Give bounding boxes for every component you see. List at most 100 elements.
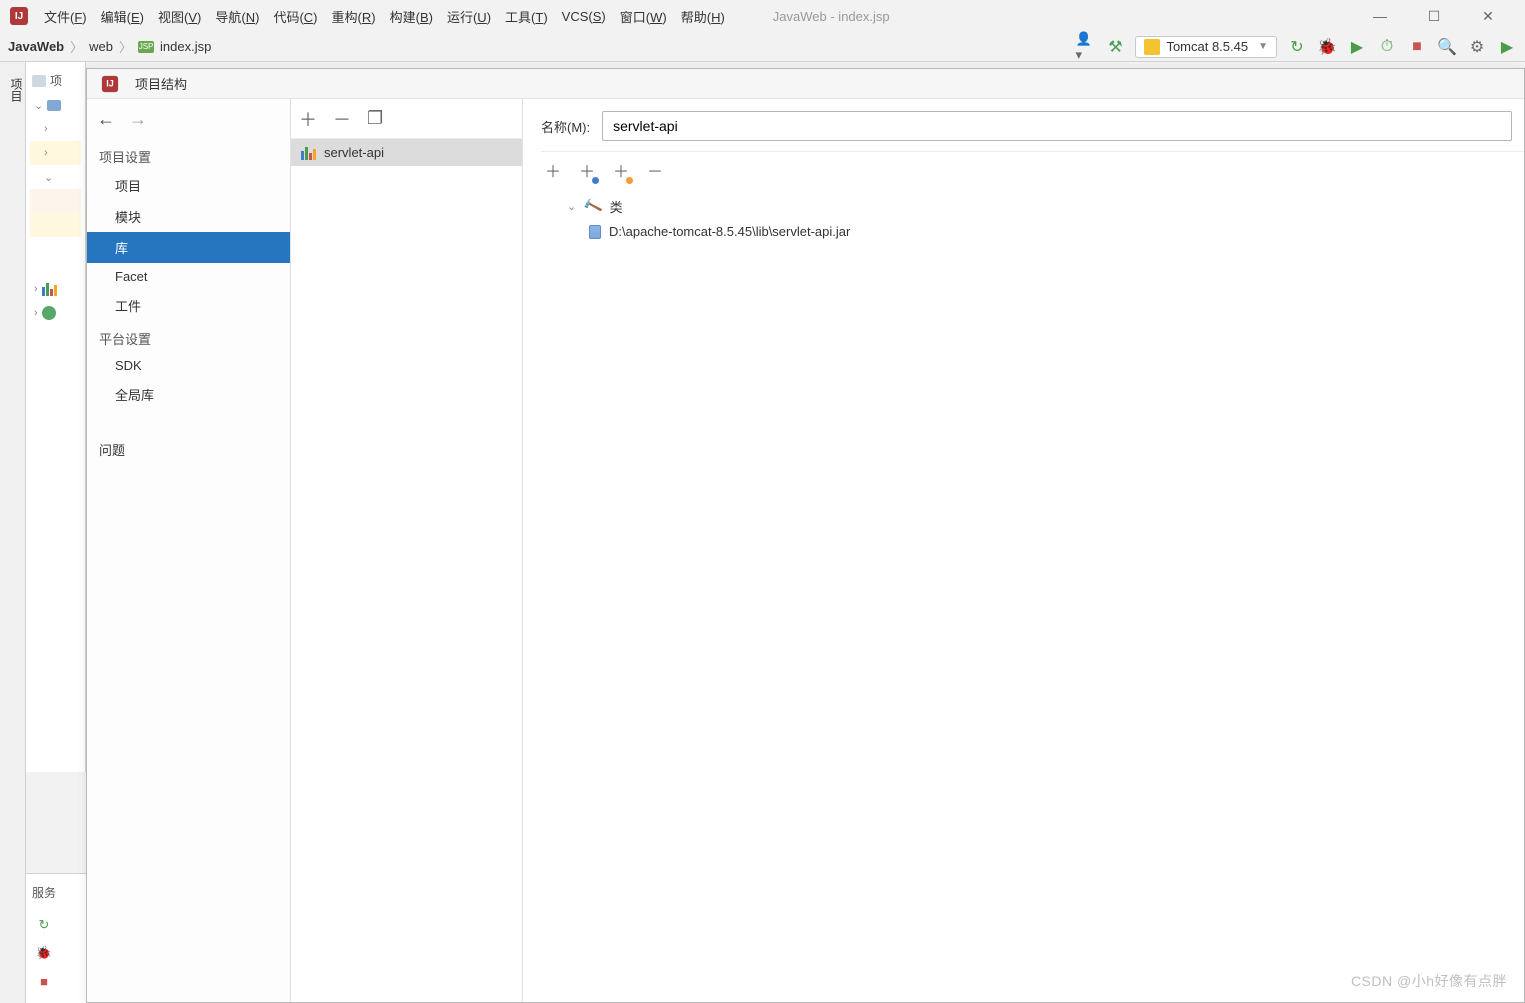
tree-row[interactable] [30,189,81,213]
run-anything-icon[interactable]: ▶ [1497,37,1517,57]
left-rail: 项目 [0,62,26,1003]
menu-file[interactable]: 文件(F) [38,3,93,30]
coverage-run-icon[interactable]: ▶ [1347,37,1367,57]
tree-row[interactable]: › [30,277,81,301]
chevron-down-icon: ▼ [1258,41,1268,52]
menu-edit[interactable]: 编辑(E) [95,3,150,30]
user-icon[interactable]: 👤▾ [1075,37,1095,57]
tree-row[interactable]: › [30,117,81,141]
library-list-item[interactable]: servlet-api [291,139,522,166]
chevron-right-icon: › [34,283,38,295]
chevron-down-icon: ⌄ [567,200,576,213]
cat-artifacts[interactable]: 工件 [87,290,290,321]
debug-bug-icon[interactable]: 🐞 [32,941,56,965]
dialog-title-bar: IJ 项目结构 [87,69,1524,99]
name-field-row: 名称(M): [541,111,1524,141]
library-roots-toolbar: ＋ ＋ ＋ － [541,151,1524,187]
classes-hammer-icon: 🔨 [582,196,604,218]
folder-icon [47,100,61,111]
name-label: 名称(M): [541,117,590,136]
breadcrumb-file[interactable]: index.jsp [160,39,211,54]
cat-global-libs[interactable]: 全局库 [87,379,290,410]
breadcrumb-sep-icon: 〉 [119,37,132,56]
app-icon: IJ [10,7,28,25]
library-detail-panel: 名称(M): ＋ ＋ ＋ － ⌄ 🔨 类 D:\apache-tomcat-8.… [523,99,1524,1002]
copy-library-button[interactable]: ❐ [367,108,383,129]
dialog-nav-toolbar: ← → [87,99,290,139]
library-name: servlet-api [324,145,384,160]
jsp-file-icon: JSP [138,41,154,53]
cat-sdk[interactable]: SDK [87,352,290,379]
menu-code[interactable]: 代码(C) [267,3,323,30]
project-structure-dialog: IJ 项目结构 ← → 项目设置 项目 模块 库 Facet 工件 平台设置 S… [86,68,1525,1003]
tree-row[interactable]: › [30,301,81,325]
tree-row[interactable]: › [30,141,81,165]
settings-gear-icon[interactable]: ⚙ [1467,37,1487,57]
library-list-toolbar: ＋ － ❐ [291,99,522,139]
project-panel-header: 项 [30,68,81,93]
breadcrumb-folder[interactable]: web [89,39,113,54]
menu-window[interactable]: 窗口(W) [614,3,673,30]
library-name-input[interactable] [602,111,1512,141]
dialog-category-panel: ← → 项目设置 项目 模块 库 Facet 工件 平台设置 SDK 全局库 问… [87,99,291,1002]
menu-refactor[interactable]: 重构(R) [326,3,382,30]
toolbar-right: 👤▾ ⚒ Tomcat 8.5.45 ▼ ↻ 🐞 ▶ ⏱ ■ 🔍 ⚙ ▶ [1075,36,1517,58]
chevron-right-icon: › [44,123,48,135]
project-tool-window[interactable]: 项 ⌄ › › ⌄ › › [26,62,86,772]
project-header-icon [32,75,46,87]
close-button[interactable]: ✕ [1473,8,1503,25]
remove-root-button[interactable]: － [647,158,663,182]
stop-square-icon[interactable]: ■ [32,969,56,993]
back-arrow-icon[interactable]: ← [97,109,115,130]
cat-libraries[interactable]: 库 [87,232,290,263]
menu-help[interactable]: 帮助(H) [675,3,731,30]
tree-classes-root[interactable]: ⌄ 🔨 类 [545,193,1516,220]
run-config-selector[interactable]: Tomcat 8.5.45 ▼ [1135,36,1277,58]
menu-run[interactable]: 运行(U) [441,3,497,30]
services-tool-window[interactable]: 服务 ↻ 🐞 ■ [26,873,86,1003]
breadcrumb: JavaWeb 〉 web 〉 JSP index.jsp [8,37,211,56]
search-icon[interactable]: 🔍 [1437,37,1457,57]
stop-icon[interactable]: ■ [1407,37,1427,57]
tree-row[interactable]: ⌄ [30,93,81,117]
category-list: 项目设置 项目 模块 库 Facet 工件 平台设置 SDK 全局库 问题 [87,139,290,1002]
breadcrumb-project[interactable]: JavaWeb [8,39,64,54]
tree-jar-item[interactable]: D:\apache-tomcat-8.5.45\lib\servlet-api.… [545,220,1516,243]
cat-modules[interactable]: 模块 [87,201,290,232]
cat-problems[interactable]: 问题 [87,434,290,465]
add-specify-button[interactable]: ＋ [613,158,629,182]
section-project: 项目设置 [87,139,290,170]
menu-navigate[interactable]: 导航(N) [209,3,265,30]
tree-root-label: 类 [610,197,623,216]
menu-tools[interactable]: 工具(T) [499,3,554,30]
chevron-right-icon: › [44,147,48,159]
tree-row[interactable] [30,213,81,237]
forward-arrow-icon[interactable]: → [129,109,147,130]
debug-icon[interactable]: 🐞 [1317,37,1337,57]
section-platform: 平台设置 [87,321,290,352]
cat-facets[interactable]: Facet [87,263,290,290]
jar-icon [589,225,601,239]
library-icon [42,282,58,296]
cat-project[interactable]: 项目 [87,170,290,201]
chevron-down-icon: ⌄ [34,99,43,112]
menu-vcs[interactable]: VCS(S) [556,5,612,28]
menu-view[interactable]: 视图(V) [152,3,207,30]
remove-library-button[interactable]: － [333,106,351,132]
add-root-button[interactable]: ＋ [545,158,561,182]
dialog-title: 项目结构 [135,74,187,93]
run-icon[interactable]: ↻ [1287,37,1307,57]
run-config-label: Tomcat 8.5.45 [1166,39,1248,54]
rerun-icon[interactable]: ↻ [32,913,56,937]
tree-row[interactable]: ⌄ [30,165,81,189]
minimize-button[interactable]: — [1365,8,1395,25]
add-download-button[interactable]: ＋ [579,158,595,182]
add-library-button[interactable]: ＋ [299,106,317,132]
maximize-button[interactable]: ☐ [1419,8,1449,25]
menu-build[interactable]: 构建(B) [384,3,439,30]
build-hammer-icon[interactable]: ⚒ [1105,37,1125,57]
services-header: 服务 [30,880,82,909]
tomcat-icon [1144,39,1160,55]
project-tab[interactable]: 项目 [7,70,25,110]
profile-icon[interactable]: ⏱ [1377,37,1397,57]
